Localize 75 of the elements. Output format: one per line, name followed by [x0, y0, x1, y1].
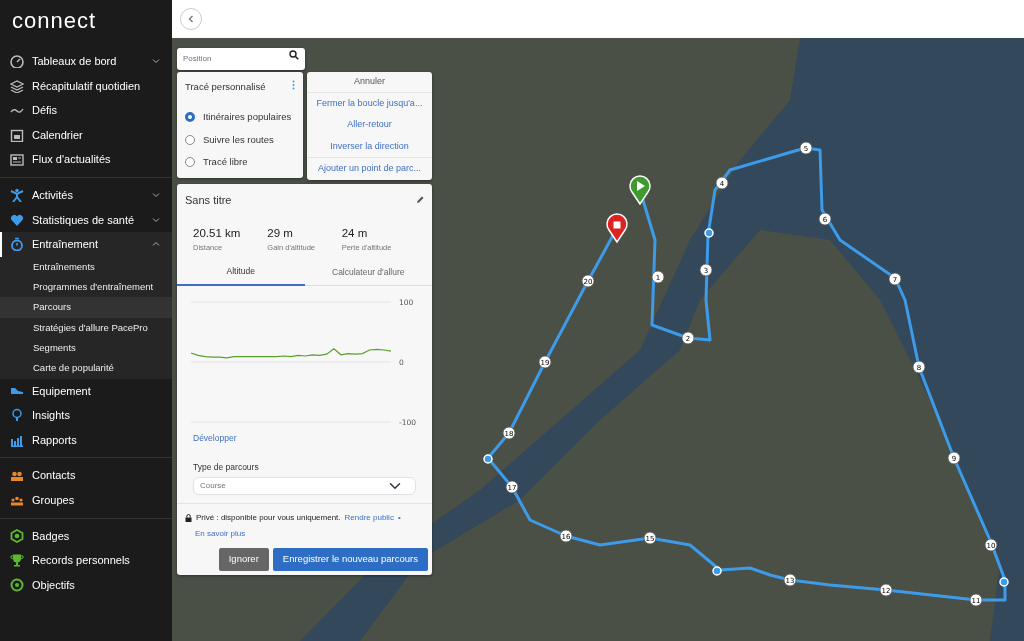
trophy-icon: [10, 553, 24, 568]
sidebar-item[interactable]: Groupes: [0, 487, 172, 513]
sidebar-item[interactable]: Tableaux de bord: [0, 49, 172, 74]
heart-icon: [10, 212, 24, 227]
sidebar-item[interactable]: Récapitulatif quotidien: [0, 73, 172, 99]
radio-label: Tracé libre: [203, 154, 248, 169]
layers-icon: [10, 78, 24, 93]
action-link[interactable]: Aller-retour: [307, 114, 432, 136]
action-link[interactable]: Inverser la direction: [307, 135, 432, 157]
route-type-select[interactable]: Course: [193, 477, 416, 496]
stat-value: 29 m: [267, 225, 294, 241]
gauge-icon: [10, 54, 24, 69]
radio-label: Suivre les routes: [203, 132, 274, 147]
ignore-button[interactable]: Ignorer: [218, 548, 269, 571]
action-link[interactable]: Ajouter un point de parc...: [307, 157, 432, 180]
waypoint-dot[interactable]: [999, 577, 1009, 587]
sidebar-item[interactable]: Contacts: [0, 463, 172, 488]
stat-value: 24 m: [341, 225, 369, 241]
start-pin-icon[interactable]: [629, 175, 651, 205]
hexagon-icon: [10, 528, 24, 543]
tab[interactable]: Altitude: [177, 261, 305, 286]
waypoint-dot[interactable]: [483, 454, 493, 464]
sidebar-subitem[interactable]: Entraînements: [0, 256, 172, 278]
waypoint-dot[interactable]: [704, 228, 714, 238]
target-icon: [10, 578, 24, 592]
privacy-text: Privé : disponible pour vous uniquement.: [196, 512, 341, 525]
sidebar-subitem[interactable]: Parcours: [0, 297, 172, 318]
calendar-icon: [10, 128, 24, 143]
cancel-button[interactable]: Annuler: [307, 72, 432, 93]
waypoint-dot[interactable]: [712, 566, 722, 576]
sidebar-item[interactable]: Rapports: [0, 427, 172, 453]
chevron-left-icon: [187, 15, 195, 23]
sidebar-subitem[interactable]: Carte de popularité: [0, 358, 172, 379]
stat-value: 20.51 km: [193, 225, 242, 241]
sidebar-subitem[interactable]: Programmes d'entraînement: [0, 277, 172, 298]
sidebar-subitem[interactable]: Segments: [0, 337, 172, 359]
tab[interactable]: Calculateur d'allure: [304, 261, 432, 286]
pencil-icon[interactable]: [416, 196, 424, 205]
more-options-icon[interactable]: [292, 80, 295, 90]
lightbulb-icon: [10, 408, 24, 423]
sidebar-item[interactable]: Flux d'actualités: [0, 147, 172, 172]
learn-more-link[interactable]: En savoir plus: [195, 528, 246, 541]
bullet-separator: •: [397, 512, 401, 525]
bar-chart-icon: [10, 433, 24, 447]
sidebar-item[interactable]: Badges: [0, 523, 172, 549]
person-icon: [10, 188, 24, 203]
radio-label: Itinéraires populaires: [203, 110, 292, 125]
stopwatch-icon: [10, 237, 24, 252]
sidebar-item[interactable]: Défis: [0, 98, 172, 123]
radio-button[interactable]: [185, 134, 195, 145]
sidebar-item[interactable]: Insights: [0, 403, 172, 428]
sidebar-item[interactable]: Calendrier: [0, 122, 172, 148]
sidebar-item[interactable]: Statistiques de santé: [0, 207, 172, 233]
end-pin-icon[interactable]: [606, 213, 628, 243]
shoe-icon: [10, 386, 24, 395]
make-public-link[interactable]: Rendre public: [344, 512, 394, 525]
sidebar-item[interactable]: Entraînement: [0, 232, 172, 257]
search-icon[interactable]: [289, 50, 299, 60]
sidebar-item[interactable]: Objectifs: [0, 572, 172, 598]
sidebar-subitem[interactable]: Stratégies d'allure PacePro: [0, 317, 172, 338]
field-label: Type de parcours: [192, 460, 260, 474]
logo: connect: [11, 7, 98, 35]
panel-title: Tracé personnalisé: [185, 80, 266, 94]
newspaper-icon: [10, 152, 24, 167]
radio-button[interactable]: [185, 112, 195, 123]
action-link[interactable]: Fermer la boucle jusqu'a...: [307, 92, 432, 114]
sidebar-item[interactable]: Equipement: [0, 378, 172, 404]
route-title: Sans titre: [185, 193, 232, 208]
radio-button[interactable]: [185, 156, 195, 167]
sidebar-item[interactable]: Records personnels: [0, 548, 172, 573]
lock-icon: [185, 514, 192, 523]
back-button[interactable]: [180, 8, 202, 30]
expand-link[interactable]: Développer: [177, 431, 432, 445]
sidebar-item[interactable]: Activités: [0, 182, 172, 208]
save-route-button[interactable]: Enregistrer le nouveau parcours: [272, 548, 428, 571]
